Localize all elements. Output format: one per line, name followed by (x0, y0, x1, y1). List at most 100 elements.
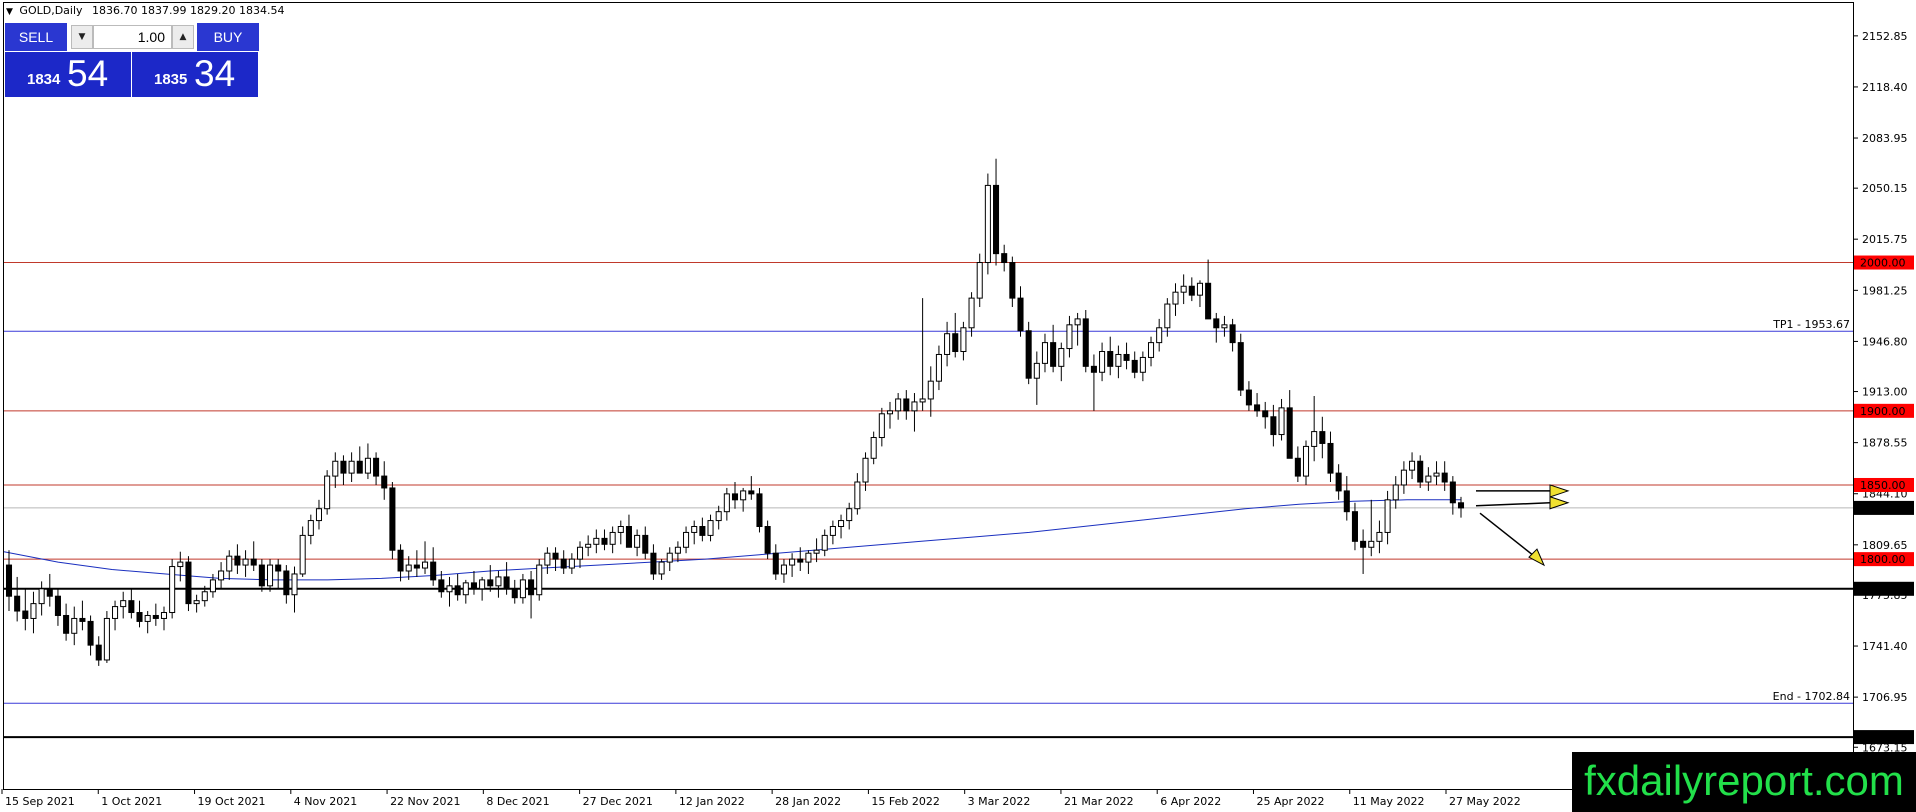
candle (1017, 286, 1024, 337)
candle (1147, 336, 1155, 367)
candle-body-bullish (1278, 407, 1285, 436)
candle-body-bullish (1147, 342, 1155, 358)
candle-body-bullish (71, 617, 78, 634)
x-tick-label: 28 Jan 2022 (775, 795, 841, 808)
candle-body-bearish (1237, 342, 1244, 391)
candle-body-bullish (103, 617, 110, 661)
candle-body-bearish (952, 333, 959, 353)
lot-decrease-icon[interactable]: ▼ (71, 25, 93, 49)
candle-body-bearish (389, 487, 396, 551)
candle-body-bearish (438, 579, 445, 593)
price-chart[interactable]: 2152.85 2118.40 2083.95 2050.15 2015.75 1981.… (0, 0, 1916, 812)
candle (71, 606, 78, 646)
candle-body-bearish (993, 184, 1000, 255)
candle-body-bullish (38, 588, 45, 605)
y-tick-label: 1981.25 (1862, 284, 1908, 297)
sell-button[interactable]: SELL (5, 23, 67, 51)
projection-arrow-head (1549, 496, 1570, 510)
candle (1319, 416, 1326, 459)
candle-body-bullish (821, 534, 828, 551)
candle-body-bearish (772, 552, 779, 575)
candle-body-bullish (1172, 291, 1179, 305)
candle-body-bearish (503, 576, 510, 590)
candle-body-bearish (1417, 460, 1424, 483)
candle-body-bearish (1017, 297, 1024, 332)
candle-body-bearish (185, 561, 192, 605)
candle-body-bullish (1041, 342, 1049, 364)
y-tick-label: 1741.40 (1862, 640, 1908, 653)
y-tick-label: 1706.95 (1862, 691, 1908, 704)
symbol-header: ▼ GOLD,Daily 1836.70 1837.99 1829.20 183… (6, 4, 285, 17)
target-level-label: End - 1702.84 (1773, 690, 1850, 703)
candle-body-bearish (797, 558, 804, 563)
candle (1188, 277, 1195, 302)
candle-body-bullish (30, 603, 37, 619)
lot-increase-icon[interactable]: ▲ (172, 25, 194, 49)
x-tick-label: 6 Apr 2022 (1160, 795, 1221, 808)
candle-body-bearish (511, 588, 518, 599)
candle-body-bearish (1131, 359, 1138, 373)
candle-body-bullish (1033, 362, 1040, 379)
candle-body-bearish (601, 537, 608, 545)
candle (870, 431, 877, 465)
candle-body-bearish (373, 457, 380, 477)
candle (780, 559, 787, 583)
candle (30, 591, 37, 634)
candle (112, 600, 119, 631)
candle-body-bullish (160, 612, 168, 619)
lot-size-input[interactable]: 1.00 (93, 25, 172, 49)
candle (381, 461, 388, 500)
ask-price-minor: 34 (194, 53, 236, 94)
candle (625, 514, 632, 548)
candle (1156, 318, 1163, 352)
candle-body-bearish (356, 460, 363, 474)
candle-body-bullish (120, 600, 127, 608)
candle (1262, 401, 1269, 429)
candle-body-bullish (299, 534, 306, 575)
candle (1107, 336, 1114, 376)
y-tick-label: 2050.15 (1862, 182, 1908, 195)
triangle-down-icon[interactable]: ▼ (6, 7, 13, 17)
candle-body-bullish (218, 570, 225, 581)
candle-body-bearish (340, 460, 347, 474)
candle (487, 565, 494, 592)
bid-price-button[interactable]: 1834 54 (5, 52, 131, 97)
candle (95, 636, 102, 666)
x-tick-label: 15 Sep 2021 (5, 795, 75, 808)
candle-body-bullish (805, 552, 812, 563)
candle (218, 562, 225, 589)
candle (683, 526, 690, 554)
ask-price-button[interactable]: 1835 34 (132, 52, 258, 97)
candle (169, 559, 176, 619)
candle (152, 603, 159, 626)
candle (389, 482, 396, 560)
y-tick-label: 1878.55 (1862, 437, 1908, 450)
candle (14, 576, 21, 622)
candle-body-bearish (5, 564, 13, 597)
candle (63, 603, 70, 641)
candle (46, 573, 53, 607)
candle (560, 550, 567, 574)
candle-body-bullish (462, 582, 469, 596)
candle-body-bullish (960, 327, 967, 353)
candle (275, 559, 282, 589)
buy-button[interactable]: BUY (197, 23, 259, 51)
candle-body-bearish (625, 526, 632, 548)
candle-body-bearish (1188, 285, 1195, 296)
x-tick-label: 15 Feb 2022 (871, 795, 939, 808)
candle-body-bearish (1441, 472, 1448, 483)
candle (927, 366, 934, 417)
candle-body-bullish (1384, 499, 1391, 533)
candle (658, 559, 665, 580)
candle (1196, 280, 1203, 308)
candle-body-bearish (1343, 490, 1350, 513)
one-click-trading-panel: SELL ▼ 1.00 ▲ BUY 1834 54 1835 34 (5, 23, 259, 97)
candle-body-bearish (1360, 540, 1367, 548)
candle-body-bearish (1001, 253, 1008, 264)
candle (1400, 461, 1407, 494)
candle (177, 551, 184, 582)
candle (1237, 333, 1244, 396)
candle-body-bearish (756, 493, 763, 528)
candle (332, 452, 339, 488)
candle-body-bullish (193, 600, 200, 605)
